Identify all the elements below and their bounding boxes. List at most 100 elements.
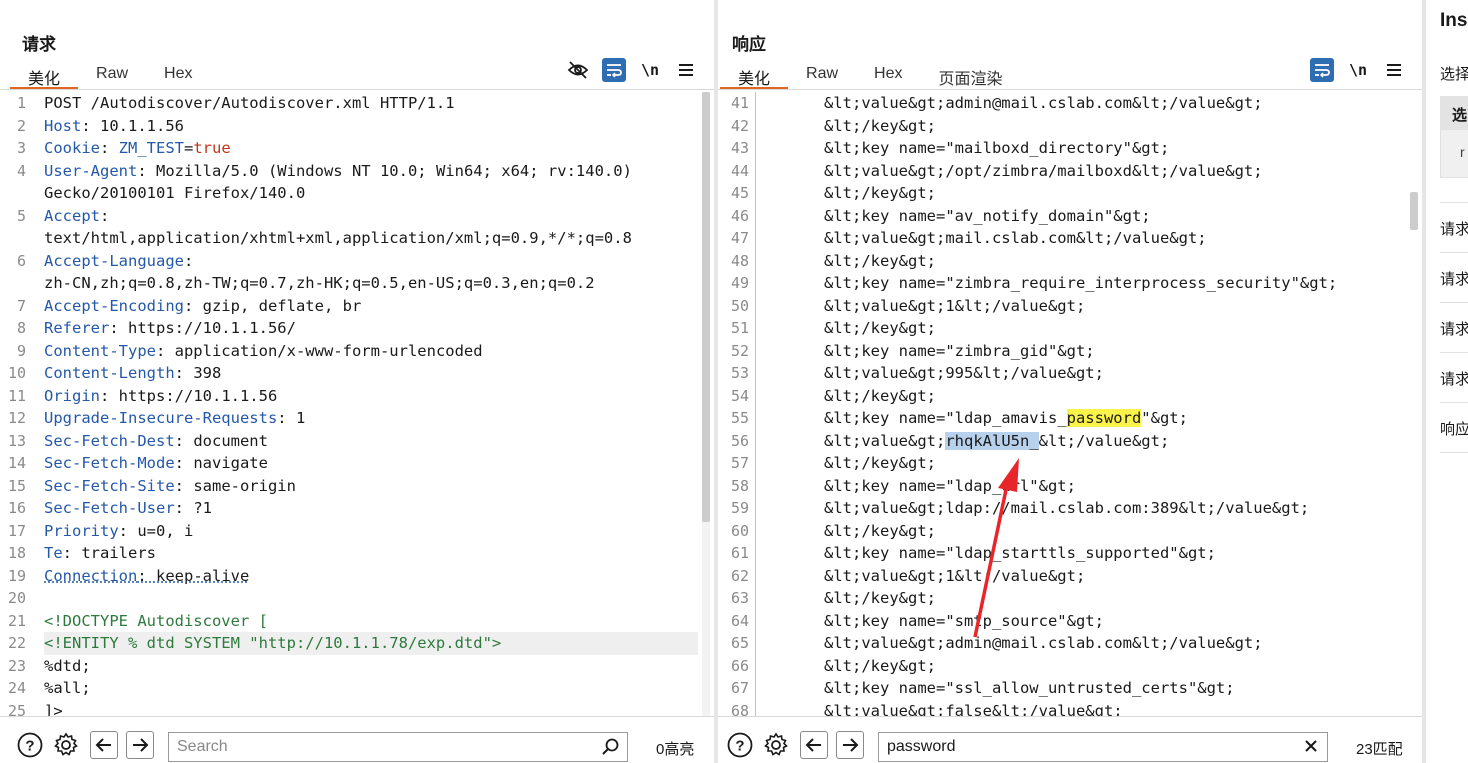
tab-hex[interactable]: Hex — [856, 60, 920, 90]
svg-text:?: ? — [735, 738, 744, 755]
inspector-section-request[interactable]: 请求 — [1440, 302, 1468, 352]
code-token: : u=0, i — [118, 521, 194, 540]
line-number: 4 — [16, 161, 26, 180]
code-token: true — [193, 139, 231, 157]
code-line: text/html,application/xhtml+xml,applicat… — [44, 227, 698, 250]
request-search-bar: ? Search 0高亮 — [0, 716, 714, 763]
code-line: Sec-Fetch-Mode: navigate — [44, 452, 698, 475]
menu-icon[interactable] — [1382, 58, 1406, 82]
code-line: zh-CN,zh;q=0.8,zh-TW;q=0.7,zh-HK;q=0.5,e… — [44, 272, 698, 295]
inspector-title: Inspector — [1440, 10, 1468, 31]
previous-arrow-icon[interactable] — [90, 731, 118, 759]
request-title: 请求 — [22, 35, 56, 54]
request-editor[interactable]: 1 2 3 4 5 6 7 8 9 10 11 12 13 14 15 16 17 18 19 20 21 22 23 24 2… — [0, 92, 714, 716]
request-pane: 请求 美化 Raw Hex \n 1 2 3 4 5 6 7 8 9 10 11 12 13 14 15 16… — [0, 0, 714, 763]
request-search-input[interactable]: Search — [168, 732, 628, 762]
code-token: Accept-Language — [44, 251, 184, 270]
word-wrap-icon[interactable] — [602, 58, 626, 82]
code-token: : navigate — [174, 454, 268, 472]
tab-render[interactable]: 页面渲染 — [920, 60, 1020, 90]
code-line: Origin: https://10.1.1.56 — [44, 385, 698, 408]
next-arrow-icon[interactable] — [126, 731, 154, 759]
line-number: 15 — [7, 476, 26, 495]
line-number: 18 — [7, 544, 26, 562]
search-placeholder: Search — [177, 738, 228, 755]
code-token: : — [183, 251, 194, 270]
help-icon[interactable]: ? — [16, 731, 44, 759]
newline-toggle-button[interactable]: \n — [638, 58, 662, 82]
code-line: Referer: https://10.1.1.56/ — [44, 317, 698, 340]
line-number: 8 — [16, 319, 26, 337]
line-number: 20 — [7, 589, 26, 607]
code-token: %dtd; — [44, 656, 91, 675]
code-line: %dtd; — [44, 655, 698, 678]
inspector-section-request[interactable]: 请求 — [1440, 202, 1468, 252]
code-token: Gecko/20100101 Firefox/140.0 — [44, 184, 306, 202]
tab-divider — [0, 89, 714, 90]
newline-toggle-button[interactable]: \n — [1346, 58, 1370, 82]
tab-hex[interactable]: Hex — [146, 60, 210, 90]
inspector-section-response[interactable]: 响应 — [1440, 402, 1468, 452]
code-line: Content-Type: application/x-www-form-url… — [44, 340, 698, 363]
line-number: 10 — [7, 364, 26, 382]
word-wrap-icon[interactable] — [1310, 58, 1334, 82]
inspector-box-label: 选 — [1452, 107, 1468, 124]
line-number: 6 — [16, 251, 26, 270]
code-token: : 1 — [277, 409, 306, 427]
tab-pretty[interactable]: 美化 — [720, 60, 789, 90]
request-toolbar: \n — [566, 58, 698, 82]
request-scrollbar[interactable] — [702, 92, 710, 716]
menu-icon[interactable] — [674, 58, 698, 82]
line-number — [0, 182, 32, 205]
code-line: Priority: u=0, i — [44, 520, 698, 543]
code-line: Sec-Fetch-Dest: document — [44, 430, 698, 453]
code-line: Accept-Encoding: gzip, deflate, br — [44, 295, 698, 318]
code-line: Content-Length: 398 — [44, 362, 698, 385]
tab-raw[interactable]: Raw — [788, 60, 856, 90]
code-line: ]> — [44, 700, 698, 717]
hide-eye-icon[interactable] — [566, 58, 590, 82]
code-token: Sec-Fetch-Dest — [44, 431, 175, 450]
code-token: %all; — [44, 679, 91, 697]
request-scroll-thumb[interactable] — [702, 92, 710, 522]
clear-search-icon[interactable] — [1303, 738, 1319, 759]
inspector-section-request[interactable]: 请求 — [1440, 252, 1468, 302]
response-search-input[interactable]: password — [878, 732, 1328, 762]
code-token: ZM_TEST — [118, 139, 184, 157]
settings-gear-icon[interactable] — [52, 731, 80, 759]
code-token: ]> — [44, 701, 63, 717]
tab-pretty[interactable]: 美化 — [10, 60, 79, 90]
help-icon[interactable]: ? — [726, 731, 754, 759]
code-token: Cookie — [44, 139, 100, 157]
response-editor[interactable]: 41 42 43 44 45 46 47 48 49 50 51 52 53 54 55 56 57 58 59 60… — [718, 92, 1422, 716]
inspector-box-value: r — [1460, 144, 1465, 160]
code-token: : https://10.1.1.56/ — [109, 319, 296, 337]
code-token: Priority — [44, 521, 119, 540]
code-token: : document — [174, 431, 268, 450]
request-code[interactable]: POST /Autodiscover/Autodiscover.xml HTTP… — [44, 92, 698, 716]
code-token: text/html,application/xhtml+xml,applicat… — [44, 229, 632, 247]
response-tabs: 美化 Raw Hex 页面渲染 — [720, 60, 1021, 90]
search-icon — [601, 738, 619, 761]
next-arrow-icon[interactable] — [836, 731, 864, 759]
inspector-box-header: 选 — [1440, 96, 1468, 130]
code-token: zh-CN,zh;q=0.8,zh-TW;q=0.7,zh-HK;q=0.5,e… — [44, 274, 595, 292]
code-token: Accept — [44, 206, 100, 225]
code-token: : 10.1.1.56 — [81, 116, 184, 135]
tab-raw[interactable]: Raw — [78, 60, 146, 90]
code-line: Accept-Language: — [44, 250, 698, 273]
line-number: 5 — [16, 206, 26, 225]
tab-divider — [718, 89, 1422, 90]
code-token: : gzip, deflate, br — [183, 296, 362, 315]
code-token: : 398 — [174, 364, 222, 382]
inspector-section-request[interactable]: 请求 — [1440, 352, 1468, 402]
code-token: : application/x-www-form-urlencoded — [155, 341, 483, 360]
search-value: password — [887, 738, 956, 755]
code-token: Sec-Fetch-Mode — [44, 454, 175, 472]
code-line: Cookie: ZM_TEST=true — [44, 137, 698, 160]
previous-arrow-icon[interactable] — [800, 731, 828, 759]
code-line: Sec-Fetch-Site: same-origin — [44, 475, 698, 498]
code-line: Accept: — [44, 205, 698, 228]
settings-gear-icon[interactable] — [762, 731, 790, 759]
